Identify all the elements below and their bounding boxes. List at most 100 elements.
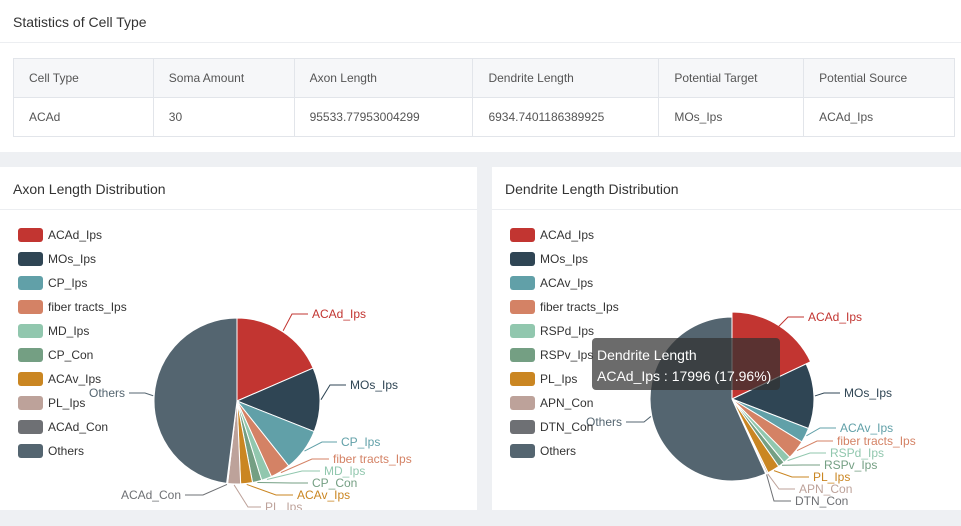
legend-swatch xyxy=(510,420,535,434)
chart-tooltip: Dendrite Length ACAd_Ips : 17996 (17.96%… xyxy=(592,338,780,390)
legend-label: ACAd_Con xyxy=(48,420,109,434)
header-potential-source: Potential Source xyxy=(803,58,955,98)
legend-label: ACAv_Ips xyxy=(540,276,594,290)
axon-legend: ACAd_Ips MOs_Ips CP_Ipsfiber tracts_Ips MD_… xyxy=(18,223,127,463)
legend-label: PL_Ips xyxy=(540,372,578,386)
soma-amount-value: 30 xyxy=(152,97,295,137)
label-leader-line xyxy=(282,313,308,332)
legend-label: CP_Ips xyxy=(48,276,88,290)
legend-label: RSPd_Ips xyxy=(540,324,595,338)
legend-label: RSPv_Ips xyxy=(540,348,594,362)
legend-item[interactable]: CP_Con xyxy=(18,343,127,367)
legend-swatch xyxy=(510,372,535,386)
legend-swatch xyxy=(18,372,43,386)
slice-label: MOs_Ips xyxy=(350,378,398,392)
header-dendrite-length: Dendrite Length xyxy=(472,58,660,98)
legend-item[interactable]: MOs_Ips xyxy=(510,247,619,271)
legend-swatch xyxy=(18,324,43,338)
label-leader-line xyxy=(787,452,826,462)
label-leader-line xyxy=(814,392,840,397)
label-leader-line xyxy=(320,384,346,400)
tooltip-title: Dendrite Length xyxy=(597,347,697,363)
legend-label: ACAv_Ips xyxy=(48,372,102,386)
legend-label: MOs_Ips xyxy=(540,252,589,266)
legend-item[interactable]: DTN_Con xyxy=(510,415,619,439)
potential-target-value: MOs_Ips xyxy=(658,97,805,137)
label-leader-line xyxy=(129,392,154,397)
legend-item[interactable]: MOs_Ips xyxy=(18,247,127,271)
slice-label: ACAd_Ips xyxy=(312,307,366,321)
legend-item[interactable]: fiber tracts_Ips xyxy=(510,295,619,319)
legend-item[interactable]: ACAd_Con xyxy=(18,415,127,439)
legend-label: Others xyxy=(48,444,85,458)
legend-swatch xyxy=(510,276,535,290)
label-leader-line xyxy=(304,441,337,452)
label-leader-line xyxy=(246,483,293,496)
legend-label: MD_Ips xyxy=(48,324,90,338)
label-leader-line xyxy=(796,440,833,451)
legend-label: fiber tracts_Ips xyxy=(48,300,127,314)
label-leader-line xyxy=(766,474,791,502)
table-row: ACAd 30 95533.77953004299 6934.740118638… xyxy=(13,97,955,137)
slice-label: CP_Ips xyxy=(341,435,380,449)
legend-swatch xyxy=(510,444,535,458)
axon-length-value: 95533.77953004299 xyxy=(293,97,474,137)
legend-swatch xyxy=(18,348,43,362)
legend-swatch xyxy=(18,396,43,410)
legend-swatch xyxy=(18,276,43,290)
slice-label: ACAv_Ips xyxy=(840,421,893,435)
legend-item[interactable]: MD_Ips xyxy=(18,319,127,343)
slice-label: DTN_Con xyxy=(795,494,848,508)
label-leader-line xyxy=(773,470,809,478)
legend-item[interactable]: ACAd_Ips xyxy=(18,223,127,247)
legend-swatch xyxy=(510,396,535,410)
cell-type-value: ACAd xyxy=(13,97,154,137)
label-leader-line xyxy=(257,481,308,484)
legend-swatch xyxy=(18,444,43,458)
legend-item[interactable]: PL_Ips xyxy=(18,391,127,415)
label-leader-line xyxy=(626,416,652,423)
tooltip-text: ACAd_Ips : 17996 (17.96%) xyxy=(597,368,772,384)
header-soma-amount: Soma Amount xyxy=(152,58,295,98)
legend-swatch xyxy=(18,228,43,242)
label-leader-line xyxy=(185,483,228,496)
slice-label: ACAd_Ips xyxy=(808,310,862,324)
legend-swatch xyxy=(510,348,535,362)
legend-item[interactable]: CP_Ips xyxy=(18,271,127,295)
label-leader-line xyxy=(806,427,836,437)
statistics-table: Cell Type Soma Amount Axon Length Dendri… xyxy=(13,58,955,137)
legend-swatch xyxy=(510,300,535,314)
table-header-row: Cell Type Soma Amount Axon Length Dendri… xyxy=(13,58,955,98)
axon-length-panel: Axon Length Distribution ACAd_Ips MOs_Ips… xyxy=(0,167,477,510)
legend-label: MOs_Ips xyxy=(48,252,97,266)
statistics-title: Statistics of Cell Type xyxy=(13,14,147,30)
pie-slice[interactable] xyxy=(153,317,238,484)
legend-label: Others xyxy=(540,444,577,458)
legend-label: ACAd_Ips xyxy=(48,228,103,242)
legend-swatch xyxy=(18,420,43,434)
legend-swatch xyxy=(510,252,535,266)
potential-source-value: ACAd_Ips xyxy=(803,97,955,137)
legend-item[interactable]: ACAd_Ips xyxy=(510,223,619,247)
dendrite-length-value: 6934.7401186389925 xyxy=(472,97,660,137)
legend-swatch xyxy=(510,324,535,338)
legend-item[interactable]: ACAv_Ips xyxy=(510,271,619,295)
legend-label: ACAd_Ips xyxy=(540,228,595,242)
legend-label: PL_Ips xyxy=(48,396,86,410)
legend-swatch xyxy=(18,252,43,266)
slice-label: PL_Ips xyxy=(265,500,302,510)
legend-label: DTN_Con xyxy=(540,420,594,434)
legend-item[interactable]: APN_Con xyxy=(510,391,619,415)
legend-item[interactable]: ACAv_Ips xyxy=(18,367,127,391)
legend-item[interactable]: Others xyxy=(510,439,619,463)
cell-type-statistics-card: Statistics of Cell Type Cell Type Soma A… xyxy=(0,0,961,152)
divider xyxy=(0,42,961,43)
legend-item[interactable]: fiber tracts_Ips xyxy=(18,295,127,319)
header-cell-type: Cell Type xyxy=(13,58,154,98)
legend-label: APN_Con xyxy=(540,396,594,410)
legend-label: fiber tracts_Ips xyxy=(540,300,619,314)
legend-swatch xyxy=(18,300,43,314)
legend-label: CP_Con xyxy=(48,348,94,362)
header-potential-target: Potential Target xyxy=(658,58,805,98)
legend-item[interactable]: Others xyxy=(18,439,127,463)
